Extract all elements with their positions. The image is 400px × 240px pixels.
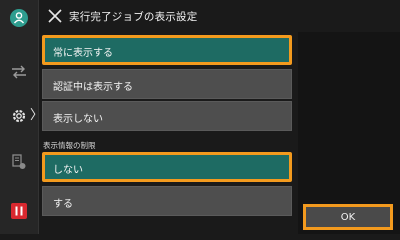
pause-icon[interactable] <box>9 201 29 221</box>
option-label: 常に表示する <box>53 48 113 59</box>
header-bar: 実行完了ジョブの表示設定 <box>39 0 400 32</box>
option-label: 表示しない <box>53 114 103 125</box>
option-always-show[interactable]: 常に表示する <box>42 35 292 65</box>
settings-list: 常に表示する 認証中は表示する 表示しない 表示情報の制限 しない する <box>40 32 296 234</box>
page-title: 実行完了ジョブの表示設定 <box>69 11 198 23</box>
option-restriction-on[interactable]: する <box>42 186 292 216</box>
option-label: する <box>53 199 73 210</box>
option-do-not-show[interactable]: 表示しない <box>42 101 292 131</box>
job-status-icon[interactable] <box>9 152 29 172</box>
left-sidebar: 〉 <box>0 0 43 234</box>
ok-button-label: OK <box>340 212 356 223</box>
section-label-restriction: 表示情報の制限 <box>43 141 96 150</box>
account-icon[interactable] <box>9 8 29 28</box>
close-icon[interactable] <box>45 6 65 26</box>
ok-button[interactable]: OK <box>303 204 393 230</box>
option-restriction-off[interactable]: しない <box>42 152 292 182</box>
option-label: 認証中は表示する <box>53 82 133 93</box>
transfer-icon[interactable] <box>9 62 29 82</box>
option-label: しない <box>53 165 83 176</box>
option-show-while-authenticated[interactable]: 認証中は表示する <box>42 69 292 99</box>
settings-icon[interactable] <box>9 106 29 126</box>
